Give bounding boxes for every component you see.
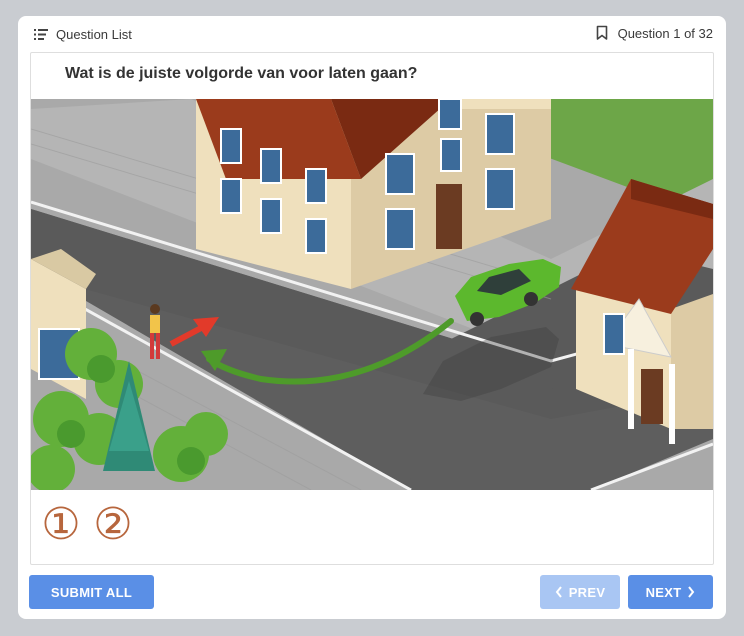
traffic-scene-svg — [31, 99, 713, 490]
bookmark-icon[interactable] — [596, 25, 608, 41]
question-list-label: Question List — [56, 27, 132, 42]
answer-option-1[interactable]: ① — [39, 503, 83, 547]
prev-label: PREV — [568, 584, 606, 600]
prev-button[interactable]: PREV — [540, 575, 620, 609]
next-button[interactable]: NEXT — [628, 575, 713, 609]
submit-all-button[interactable]: SUBMIT ALL — [29, 575, 154, 609]
question-text: Wat is de juiste volgorde van voor laten… — [65, 65, 418, 82]
chevron-right-icon — [688, 586, 695, 598]
list-icon — [34, 29, 48, 40]
answer-options: ① ② — [39, 503, 135, 547]
question-list-button[interactable]: Question List — [34, 27, 132, 42]
question-counter-label: Question 1 of 32 — [617, 25, 713, 41]
next-label: NEXT — [645, 584, 682, 600]
traffic-scene-illustration — [31, 99, 713, 490]
top-bar: Question List Question 1 of 32 — [18, 16, 726, 52]
quiz-card: Question List Question 1 of 32 Wat is de… — [18, 16, 726, 619]
submit-all-label: SUBMIT ALL — [50, 584, 133, 600]
question-counter: Question 1 of 32 — [596, 25, 713, 41]
question-panel: Wat is de juiste volgorde van voor laten… — [30, 52, 714, 565]
chevron-left-icon — [555, 586, 562, 598]
answer-option-2[interactable]: ② — [91, 503, 135, 547]
